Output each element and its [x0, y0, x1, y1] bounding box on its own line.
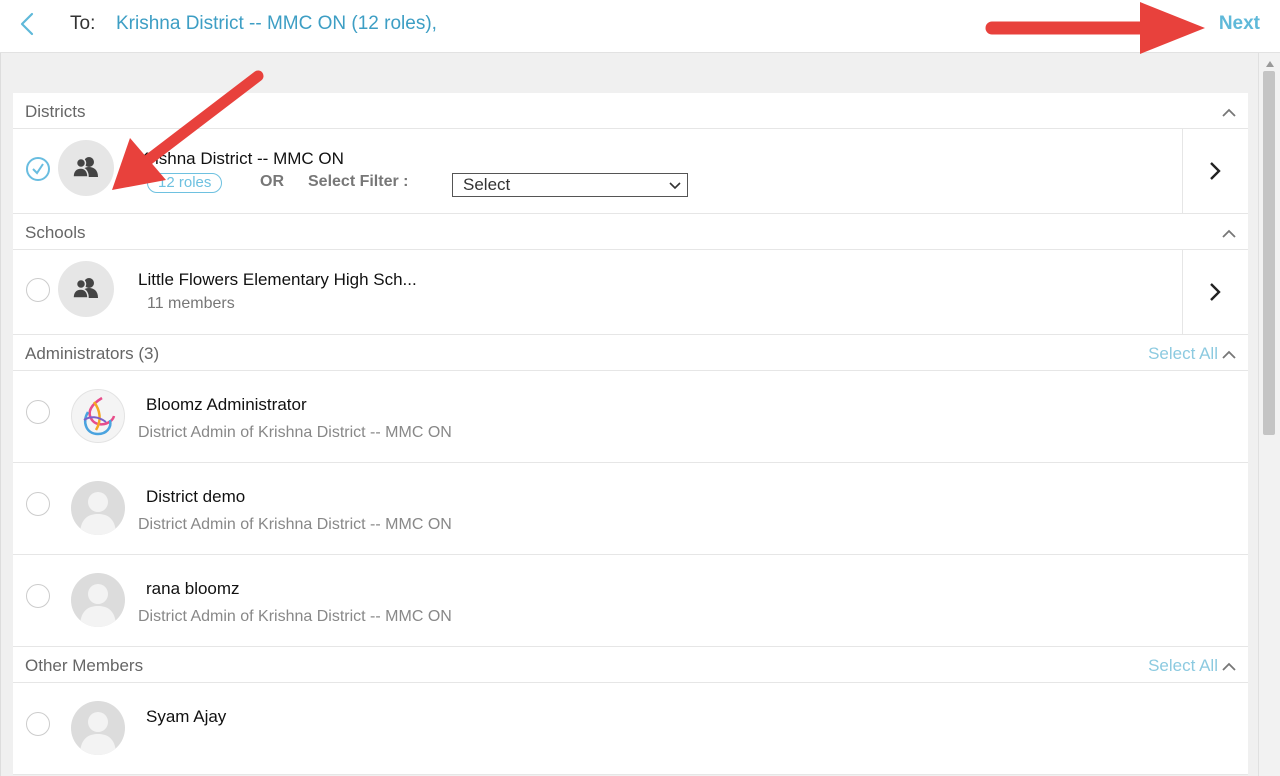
collapse-chevron-icon[interactable]: [1222, 105, 1236, 117]
header-bar: To: Krishna District -- MMC ON (12 roles…: [0, 0, 1280, 53]
to-label: To:: [70, 13, 96, 34]
filter-label: Select Filter :: [308, 173, 409, 190]
member-row[interactable]: Syam Ajay: [13, 683, 1248, 775]
collapse-chevron-icon[interactable]: [1222, 347, 1236, 359]
district-expand-button[interactable]: [1182, 129, 1248, 213]
member-name: Syam Ajay: [146, 707, 227, 726]
bloomz-logo-avatar: [71, 389, 125, 443]
member-row[interactable]: District demo District Admin of Krishna …: [13, 463, 1248, 555]
radio-button[interactable]: [26, 400, 50, 424]
members-count: 11 members: [147, 295, 235, 312]
radio-button[interactable]: [26, 492, 50, 516]
person-avatar-icon: [71, 573, 125, 627]
select-all-link[interactable]: Select All: [1148, 344, 1218, 364]
group-avatar-icon: [58, 140, 114, 196]
section-title: Schools: [25, 223, 86, 242]
select-all-link[interactable]: Select All: [1148, 656, 1218, 676]
radio-button[interactable]: [26, 584, 50, 608]
section-title: Districts: [25, 102, 86, 121]
section-header-administrators[interactable]: Administrators (3) Select All: [13, 335, 1248, 371]
checkmark-radio-icon[interactable]: [26, 157, 50, 181]
member-name: District demo: [146, 487, 246, 506]
school-row[interactable]: Little Flowers Elementary High Sch... 11…: [13, 250, 1248, 335]
chevron-right-icon: [1210, 162, 1221, 180]
chevron-right-icon: [1210, 283, 1221, 301]
or-label: OR: [260, 173, 284, 190]
next-button[interactable]: Next: [1219, 13, 1260, 35]
recipient-chip[interactable]: Krishna District -- MMC ON (12 roles),: [116, 13, 437, 35]
section-header-other-members[interactable]: Other Members Select All: [13, 647, 1248, 683]
radio-button[interactable]: [26, 278, 50, 302]
school-name: Little Flowers Elementary High Sch...: [138, 270, 417, 289]
district-name: Krishna District -- MMC ON: [138, 149, 344, 168]
member-role: District Admin of Krishna District -- MM…: [138, 516, 452, 533]
collapse-chevron-icon[interactable]: [1222, 659, 1236, 671]
scroll-up-arrow-icon[interactable]: [1266, 61, 1274, 67]
district-row[interactable]: Krishna District -- MMC ON 12 roles OR S…: [13, 129, 1248, 214]
scrollbar[interactable]: [1258, 53, 1280, 776]
person-avatar-icon: [71, 481, 125, 535]
section-title: Other Members: [25, 656, 144, 675]
member-name: Bloomz Administrator: [146, 395, 307, 414]
recipient-list: Districts Krishna District -- MMC ON 12 …: [13, 93, 1248, 775]
radio-button[interactable]: [26, 712, 50, 736]
section-header-schools[interactable]: Schools: [13, 214, 1248, 250]
member-name: rana bloomz: [146, 579, 240, 598]
person-avatar-icon: [71, 701, 125, 755]
section-header-districts[interactable]: Districts: [13, 93, 1248, 129]
dropdown-chevron-icon: [669, 182, 681, 190]
filter-dropdown-value: Select: [463, 175, 511, 194]
filter-dropdown[interactable]: Select: [452, 173, 688, 197]
scroll-thumb[interactable]: [1263, 71, 1275, 435]
member-role: District Admin of Krishna District -- MM…: [138, 424, 452, 441]
member-row[interactable]: Bloomz Administrator District Admin of K…: [13, 371, 1248, 463]
section-title: Administrators (3): [25, 344, 160, 363]
member-role: District Admin of Krishna District -- MM…: [138, 608, 452, 625]
collapse-chevron-icon[interactable]: [1222, 226, 1236, 238]
roles-pill[interactable]: 12 roles: [147, 173, 223, 193]
back-chevron-icon[interactable]: [14, 10, 42, 38]
group-avatar-icon: [58, 261, 114, 317]
member-row[interactable]: rana bloomz District Admin of Krishna Di…: [13, 555, 1248, 647]
school-expand-button[interactable]: [1182, 250, 1248, 334]
